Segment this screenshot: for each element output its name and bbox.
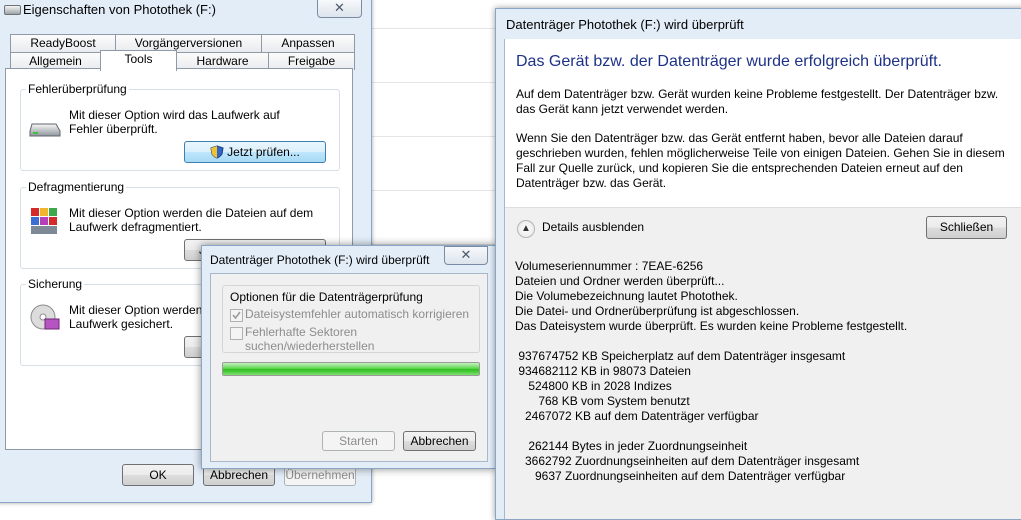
result-headline: Das Gerät bzw. der Datenträger wurde erf… [516,53,942,70]
log-line: Volumeseriennummer : 7EAE-6256 [515,259,704,273]
ok-button[interactable]: OK [122,464,194,486]
check-cancel-button[interactable]: Abbrechen [403,431,476,451]
tab-tools[interactable]: Tools [100,50,177,71]
backup-label: Sicherung [26,277,85,291]
check-dialog-close-button[interactable]: ✕ [444,246,488,265]
result-window: Datenträger Photothek (F:) wird überprüf… [495,8,1021,520]
close-button[interactable]: ✕ [317,0,362,18]
error-check-text-1: Mit dieser Option wird das Laufwerk auf [69,108,280,122]
log-line: Die Volumebezeichnung lautet Photothek. [515,289,738,303]
properties-title: Eigenschaften von Photothek (F:) [23,2,216,17]
check-now-label: Jetzt prüfen... [227,145,300,159]
drive-icon [4,5,21,15]
log-line: 262144 Bytes in jeder Zuordnungseinheit [515,439,748,453]
result-body: Das Gerät bzw. der Datenträger wurde erf… [504,39,1021,519]
defrag-text-2: Laufwerk defragmentiert. [69,220,202,234]
defrag-icon [31,208,57,234]
log-line: 934682112 KB in 98073 Dateien [515,364,691,378]
log-line: 937674752 KB Speicherplatz auf dem Daten… [515,349,846,363]
check-log: Volumeseriennummer : 7EAE-6256 Dateien un… [515,259,907,484]
scan-sectors-checkbox[interactable] [230,327,243,340]
details-toggle-button[interactable]: ▲ [517,220,535,238]
checkmark-icon [232,311,241,320]
log-line: 768 KB vom System benutzt [515,394,690,408]
backup-icon [30,304,60,330]
result-paragraph-2-line-2: geschrieben wurden, fehlen möglicherweis… [516,146,1005,160]
error-check-label: Fehlerüberprüfung [26,82,129,96]
details-bar: ▲ Details ausblenden Schließen [505,207,1021,250]
result-paragraph-1-line-1: Auf dem Datenträger bzw. Gerät wurden ke… [516,87,999,101]
log-line: Das Dateisystem wurde überprüft. Es wurd… [515,319,908,333]
check-dialog-body: Optionen für die Datenträgerprüfung Date… [210,273,488,462]
details-toggle-label[interactable]: Details ausblenden [542,220,644,234]
check-progress-fill [223,363,479,375]
defrag-label: Defragmentierung [26,180,127,194]
result-paragraph-2-line-1: Wenn Sie den Datenträger bzw. das Gerät … [516,131,963,145]
log-line: 9637 Zuordnungseinheiten auf dem Datentr… [515,469,846,483]
result-paragraph-2-line-4: Datenträger bzw. das Gerät. [516,176,667,190]
log-line: 2467072 KB auf dem Datenträger verfügbar [515,409,759,423]
start-button[interactable]: Starten [322,431,395,451]
result-paragraph-2-line-3: Fall zur Quelle zurück, und kopieren Sie… [516,161,963,175]
details-pane: Volumeseriennummer : 7EAE-6256 Dateien un… [505,249,1021,519]
scan-sectors-label: Fehlerhafte Sektoren suchen/wiederherste… [245,325,375,353]
check-progress-bar [222,362,480,376]
check-options-group: Optionen für die Datenträgerprüfung Date… [222,285,480,353]
check-dialog-title: Datenträger Photothek (F:) wird überprüf… [210,253,430,267]
uac-shield-icon [210,145,224,159]
auto-fix-label: Dateisystemfehler automatisch korrigiere… [245,307,470,321]
close-result-button[interactable]: Schließen [926,216,1007,239]
close-icon: ✕ [334,0,345,15]
chevron-up-icon: ▲ [521,223,531,234]
check-now-button[interactable]: Jetzt prüfen... [184,141,326,163]
log-line: Dateien und Ordner werden überprüft... [515,274,725,288]
tab-anpassen[interactable]: Anpassen [261,34,355,52]
auto-fix-checkbox[interactable] [230,309,243,322]
result-paragraph-1-line-2: das Gerät kann jetzt verwendet werden. [516,102,729,116]
error-check-group: Fehlerüberprüfung Mit dieser Option wird… [20,82,340,171]
check-disk-dialog: Datenträger Photothek (F:) wird überprüf… [201,245,496,469]
hard-drive-icon [29,123,61,137]
backup-text-1: Mit dieser Option werden d [69,303,213,317]
log-line: 3662792 Zuordnungseinheiten auf dem Date… [515,454,860,468]
close-icon: ✕ [460,247,472,262]
backup-text-2: Laufwerk gesichert. [69,317,174,331]
log-line: 524800 KB in 2028 Indizes [515,379,672,393]
result-title: Datenträger Photothek (F:) wird überprüf… [506,17,744,32]
log-line: Die Datei- und Ordnerüberprüfung ist abg… [515,304,800,318]
check-options-label: Optionen für die Datenträgerprüfung [230,290,423,304]
error-check-text-2: Fehler überprüft. [69,122,158,136]
defrag-text-1: Mit dieser Option werden die Dateien auf… [69,206,314,220]
